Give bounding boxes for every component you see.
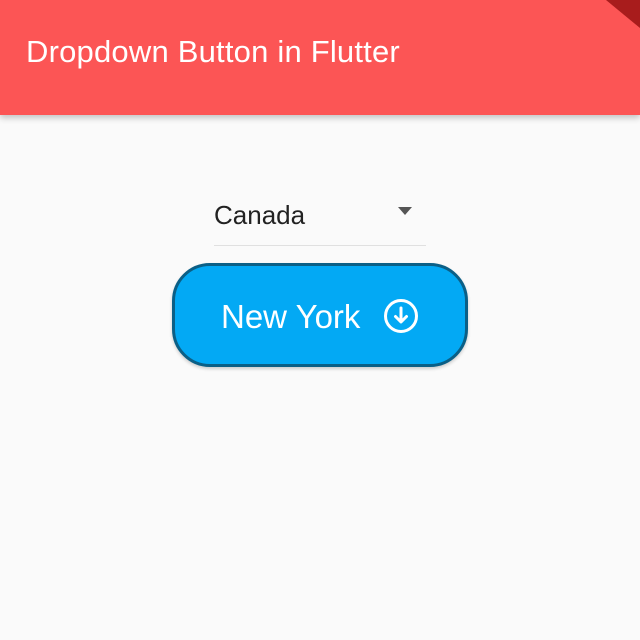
app-bar-title: Dropdown Button in Flutter (26, 34, 400, 69)
country-dropdown[interactable]: Canada (214, 186, 426, 246)
dropdown-selected-value: Canada (214, 200, 306, 230)
app-screen: Dropdown Button in Flutter Canada New Yo… (0, 0, 640, 640)
city-button-label: New York (221, 298, 361, 335)
arrow-circle-down-icon (384, 299, 418, 333)
app-bar: Dropdown Button in Flutter (0, 0, 640, 115)
city-dropdown-button[interactable]: New York (172, 263, 468, 367)
arrow-drop-down-icon (398, 207, 412, 215)
debug-banner-corner (606, 0, 640, 28)
